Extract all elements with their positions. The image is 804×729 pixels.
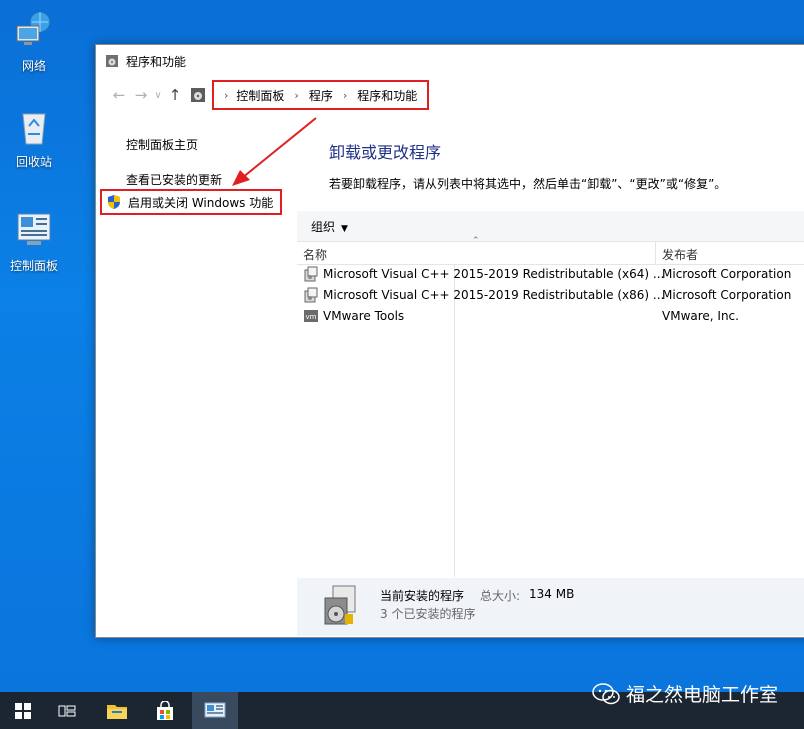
installer-icon	[304, 266, 318, 282]
breadcrumb-item[interactable]: 程序	[309, 87, 333, 104]
program-name: Microsoft Visual C++ 2015-2019 Redistrib…	[323, 267, 665, 281]
program-row[interactable]: Microsoft Visual C++ 2015-2019 Redistrib…	[297, 264, 804, 285]
sort-ascending-icon: ⌃	[472, 236, 480, 246]
installed-programs-label: 当前安装的程序	[380, 589, 465, 603]
control-panel-icon	[204, 702, 226, 717]
list-header: ⌃ 名称 发布者	[297, 236, 804, 265]
control-panel-icon	[17, 213, 51, 245]
desktop-icon-label: 回收站	[15, 155, 52, 169]
toolbar: 组织 ▼	[297, 211, 804, 242]
status-bar: 当前安装的程序 总大小: 134 MB 3 个已安装的程序	[297, 578, 804, 636]
windows-features-link[interactable]: 启用或关闭 Windows 功能	[100, 189, 282, 215]
start-button[interactable]	[0, 692, 46, 729]
page-title: 卸载或更改程序	[329, 143, 442, 162]
up-arrow-icon[interactable]: ↑	[164, 86, 186, 104]
chevron-right-icon: ›	[342, 88, 348, 102]
organize-button[interactable]: 组织 ▼	[311, 218, 348, 235]
instruction-text: 若要卸载程序，请从列表中将其选中，然后单击“卸载”、“更改”或“修复”。	[329, 177, 727, 191]
network-icon	[16, 11, 51, 45]
program-name: Microsoft Visual C++ 2015-2019 Redistrib…	[323, 288, 665, 302]
breadcrumb[interactable]: › 控制面板 › 程序 › 程序和功能	[212, 80, 430, 110]
desktop-icon-label: 网络	[21, 59, 46, 73]
store-button[interactable]	[142, 692, 188, 729]
program-name: VMware Tools	[323, 309, 405, 323]
control-panel-home-link[interactable]: 控制面板主页	[126, 136, 198, 153]
breadcrumb-item[interactable]: 程序和功能	[357, 87, 417, 104]
folder-icon	[107, 704, 127, 719]
program-row[interactable]: vm VMware Tools VMware, Inc.	[297, 306, 804, 327]
chevron-right-icon: ›	[294, 88, 299, 102]
desktop-icon-label: 控制面板	[9, 259, 58, 273]
program-publisher: VMware, Inc.	[662, 309, 739, 323]
windows-features-label: 启用或关闭 Windows 功能	[128, 195, 274, 210]
task-view-icon	[58, 705, 76, 716]
uac-shield-icon	[108, 195, 120, 209]
total-size-label: 总大小:	[480, 589, 521, 603]
programs-icon	[106, 55, 118, 67]
left-pane: 控制面板主页 查看已安装的更新 启用或关闭 Windows 功能	[96, 113, 296, 637]
view-installed-updates-link[interactable]: 查看已安装的更新	[126, 171, 222, 188]
recycle-bin-icon	[22, 113, 46, 145]
svg-text:vm: vm	[306, 313, 317, 321]
programs-icon	[324, 585, 356, 625]
forward-arrow-icon[interactable]: →	[130, 86, 152, 104]
installer-icon	[304, 287, 318, 303]
file-explorer-button[interactable]	[94, 692, 140, 729]
window-title: 程序和功能	[126, 54, 187, 69]
programs-icon	[191, 88, 205, 102]
wechat-icon	[592, 682, 620, 704]
control-panel-taskbar-button[interactable]	[192, 692, 238, 729]
breadcrumb-item[interactable]: 控制面板	[236, 87, 284, 104]
desktop-icon-control-panel[interactable]: 控制面板	[4, 210, 64, 274]
column-header-publisher[interactable]: 发布者	[662, 246, 698, 263]
watermark: 福之然电脑工作室	[592, 680, 778, 707]
windows-logo-icon	[15, 702, 31, 719]
title-bar[interactable]: 程序和功能	[96, 45, 804, 77]
column-header-name[interactable]: 名称	[303, 246, 327, 263]
navigation-bar: ← → ∨ ↑ › 控制面板 › 程序 › 程序和功能	[96, 77, 804, 113]
caret-down-icon: ▼	[341, 223, 348, 234]
desktop-icon-recycle-bin[interactable]: 回收站	[4, 106, 64, 170]
programs-features-window: 程序和功能 ← → ∨ ↑ › 控制面板 › 程序 › 程序和功能 控制面板主页…	[95, 44, 804, 638]
program-row[interactable]: Microsoft Visual C++ 2015-2019 Redistrib…	[297, 285, 804, 306]
store-bag-icon	[157, 700, 173, 720]
back-arrow-icon[interactable]: ←	[108, 86, 130, 104]
program-list: Microsoft Visual C++ 2015-2019 Redistrib…	[297, 264, 804, 327]
recent-chevron-icon[interactable]: ∨	[152, 90, 164, 101]
chevron-right-icon: ›	[224, 88, 229, 102]
program-count: 3 个已安装的程序	[380, 607, 476, 621]
column-divider[interactable]	[655, 242, 656, 264]
desktop-icon-network[interactable]: 网络	[4, 10, 64, 74]
program-publisher: Microsoft Corporation	[662, 267, 792, 281]
program-publisher: Microsoft Corporation	[662, 288, 792, 302]
vmware-icon: vm	[304, 310, 318, 322]
organize-label: 组织	[311, 219, 336, 234]
task-view-button[interactable]	[44, 692, 90, 729]
total-size-value: 134 MB	[529, 587, 575, 601]
watermark-text: 福之然电脑工作室	[625, 684, 778, 706]
